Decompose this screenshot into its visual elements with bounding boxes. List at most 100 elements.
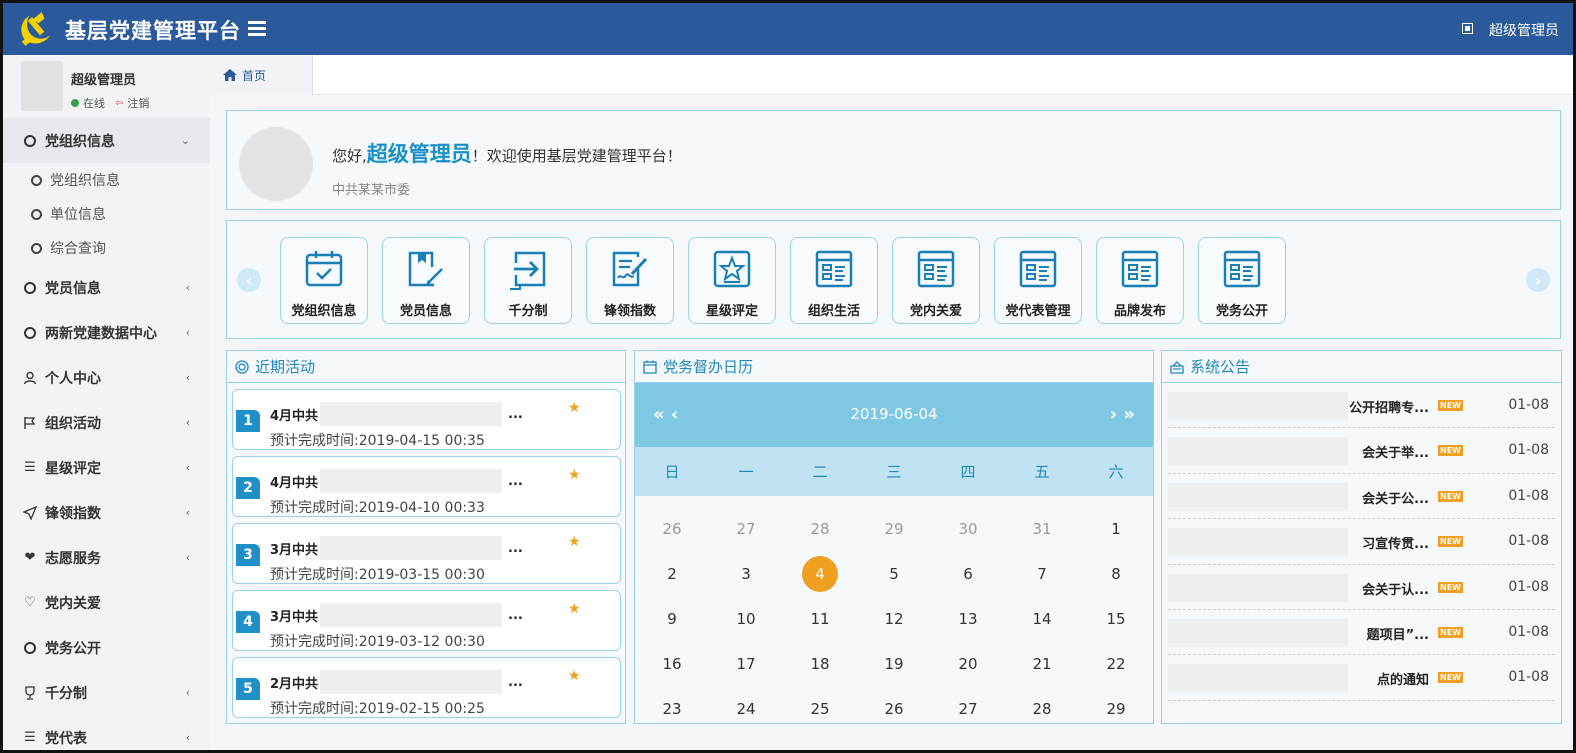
calendar-day[interactable]: 16 xyxy=(635,655,709,673)
carousel-next-button[interactable]: › xyxy=(1526,268,1550,292)
calendar-day-today[interactable]: 4 xyxy=(783,555,857,592)
calendar-day[interactable]: 11 xyxy=(783,610,857,628)
calendar-day[interactable]: 13 xyxy=(931,610,1005,628)
star-icon[interactable]: ★ xyxy=(568,467,581,483)
shortcut-points[interactable]: 千分制 xyxy=(484,237,572,324)
calendar-day[interactable]: 26 xyxy=(857,700,931,718)
calendar-day[interactable]: 14 xyxy=(1005,610,1079,628)
calendar-current-date[interactable]: 2019-06-04 xyxy=(635,405,1153,423)
calendar-day[interactable]: 21 xyxy=(1005,655,1079,673)
carousel-prev-button[interactable]: ‹ xyxy=(237,268,261,292)
sidebar-subitem-unit-info[interactable]: 单位信息 xyxy=(3,197,210,231)
calendar-day[interactable]: 22 xyxy=(1079,655,1153,673)
shortcut-care[interactable]: 党内关爱 xyxy=(892,237,980,324)
sidebar-item-members[interactable]: 党员信息 ‹ xyxy=(3,265,210,310)
shortcut-index[interactable]: 锋领指数 xyxy=(586,237,674,324)
star-icon[interactable]: ★ xyxy=(568,601,581,617)
notice-item[interactable]: 习宣传贯... NEW 01-08 xyxy=(1168,519,1555,565)
list-icon: ☰ xyxy=(24,730,36,745)
shortcut-representative[interactable]: 党代表管理 xyxy=(994,237,1082,324)
activity-item[interactable]: 2 4月中共... 预计完成时间:2019-04-10 00:33 ★ xyxy=(232,456,621,517)
menu-toggle-icon[interactable] xyxy=(248,18,266,40)
activity-item[interactable]: 5 2月中共... 预计完成时间:2019-02-15 00:25 ★ xyxy=(232,657,621,718)
sidebar-subitem-query[interactable]: 综合查询 xyxy=(3,231,210,265)
calendar-day[interactable]: 10 xyxy=(709,610,783,628)
shortcut-members[interactable]: 党员信息 xyxy=(382,237,470,324)
calendar-day[interactable]: 28 xyxy=(1005,700,1079,718)
calendar-day[interactable]: 3 xyxy=(709,565,783,583)
shortcut-org-life[interactable]: 组织生活 xyxy=(790,237,878,324)
calendar-day[interactable]: 24 xyxy=(709,700,783,718)
calendar-next-button[interactable]: › » xyxy=(1110,404,1135,425)
star-icon[interactable]: ★ xyxy=(568,400,581,416)
calendar-day[interactable]: 2 xyxy=(635,565,709,583)
weekday-label: 日 xyxy=(664,463,680,481)
calendar-day[interactable]: 31 xyxy=(1005,520,1079,538)
top-user-name[interactable]: 超级管理员 xyxy=(1489,20,1559,40)
activity-item[interactable]: 4 3月中共... 预计完成时间:2019-03-12 00:30 ★ xyxy=(232,590,621,651)
calendar-day[interactable]: 18 xyxy=(783,655,857,673)
calendar-check-icon xyxy=(305,251,343,287)
notice-item[interactable]: 会关于认... NEW 01-08 xyxy=(1168,565,1555,610)
shortcut-star-rating[interactable]: 星级评定 xyxy=(688,237,776,324)
shortcut-party-org[interactable]: 党组织信息 xyxy=(280,237,368,324)
notice-item[interactable]: 公开招聘专... NEW 01-08 xyxy=(1168,383,1555,429)
star-icon[interactable]: ★ xyxy=(568,668,581,684)
shortcut-affairs[interactable]: 党务公开 xyxy=(1198,237,1286,324)
notice-item[interactable]: 题项目”... NEW 01-08 xyxy=(1168,610,1555,656)
calendar-day[interactable]: 7 xyxy=(1005,565,1079,583)
sidebar-item-index[interactable]: 锋领指数 ‹ xyxy=(3,490,210,535)
activity-item[interactable]: 1 4月中共... 预计完成时间:2019-04-15 00:35 ★ xyxy=(232,389,621,450)
calendar-day[interactable]: 8 xyxy=(1079,565,1153,583)
calendar-day[interactable]: 28 xyxy=(783,520,857,538)
redacted-block xyxy=(1168,528,1348,557)
calendar-day[interactable]: 27 xyxy=(931,700,1005,718)
calendar-day[interactable]: 30 xyxy=(931,520,1005,538)
calendar-day[interactable]: 1 xyxy=(1079,520,1153,538)
activity-item[interactable]: 3 3月中共... 预计完成时间:2019-03-15 00:30 ★ xyxy=(232,523,621,584)
shortcut-label: 党内关爱 xyxy=(909,304,962,319)
calendar-day[interactable]: 26 xyxy=(635,520,709,538)
activity-title: 2月中共... xyxy=(270,670,523,694)
calendar-day[interactable]: 20 xyxy=(931,655,1005,673)
sidebar-item-affairs[interactable]: 党务公开 xyxy=(3,625,210,670)
file-edit-icon xyxy=(408,251,443,287)
calendar-day[interactable]: 15 xyxy=(1079,610,1153,628)
calendar-day[interactable]: 29 xyxy=(857,520,931,538)
notice-item[interactable]: 会关于公... NEW 01-08 xyxy=(1168,474,1555,520)
sidebar-item-volunteer[interactable]: ❤ 志愿服务 ‹ xyxy=(3,535,210,580)
sidebar-subitem-party-org-info[interactable]: 党组织信息 xyxy=(3,163,210,197)
tab-home[interactable]: 首页 xyxy=(210,55,313,95)
sidebar-item-label: 志愿服务 xyxy=(45,550,101,567)
calendar-day[interactable]: 27 xyxy=(709,520,783,538)
redacted-block xyxy=(1168,573,1348,602)
sidebar-item-data-center[interactable]: 两新党建数据中心 ‹ xyxy=(3,310,210,355)
activity-title-text: 3月中共 xyxy=(270,609,319,625)
calendar-day[interactable]: 17 xyxy=(709,655,783,673)
star-icon[interactable]: ★ xyxy=(568,534,581,550)
notice-item[interactable]: 会关于举... NEW 01-08 xyxy=(1168,428,1555,474)
calendar-day[interactable]: 19 xyxy=(857,655,931,673)
sidebar-item-points[interactable]: 千分制 ‹ xyxy=(3,670,210,715)
shortcut-brand[interactable]: 品牌发布 xyxy=(1096,237,1184,324)
calendar-day[interactable]: 25 xyxy=(783,700,857,718)
sidebar-item-party-org[interactable]: 党组织信息 ⌄ xyxy=(3,118,210,163)
calendar-day[interactable]: 5 xyxy=(857,565,931,583)
logout-link[interactable]: 注销 xyxy=(127,95,149,111)
calendar-day[interactable]: 29 xyxy=(1079,700,1153,718)
calendar-day[interactable]: 6 xyxy=(931,565,1005,583)
star-box-icon xyxy=(713,250,751,288)
sidebar-item-care[interactable]: ♡ 党内关爱 xyxy=(3,580,210,625)
sidebar-item-personal[interactable]: 个人中心 ‹ xyxy=(3,355,210,400)
sidebar-item-star-rating[interactable]: ☰ 星级评定 ‹ xyxy=(3,445,210,490)
redacted-block xyxy=(1168,437,1348,466)
sidebar-item-representative[interactable]: ☰ 党代表 ‹ xyxy=(3,715,210,750)
calendar-day[interactable]: 12 xyxy=(857,610,931,628)
calendar-day[interactable]: 23 xyxy=(635,700,709,718)
calendar-day[interactable]: 9 xyxy=(635,610,709,628)
activity-number: 1 xyxy=(236,410,260,432)
logout-icon[interactable]: ⇦ xyxy=(115,98,123,109)
sidebar-item-activities[interactable]: 组织活动 ‹ xyxy=(3,400,210,445)
notice-item[interactable]: 点的通知 NEW 01-08 xyxy=(1168,655,1555,701)
tab-home-label: 首页 xyxy=(242,68,267,83)
